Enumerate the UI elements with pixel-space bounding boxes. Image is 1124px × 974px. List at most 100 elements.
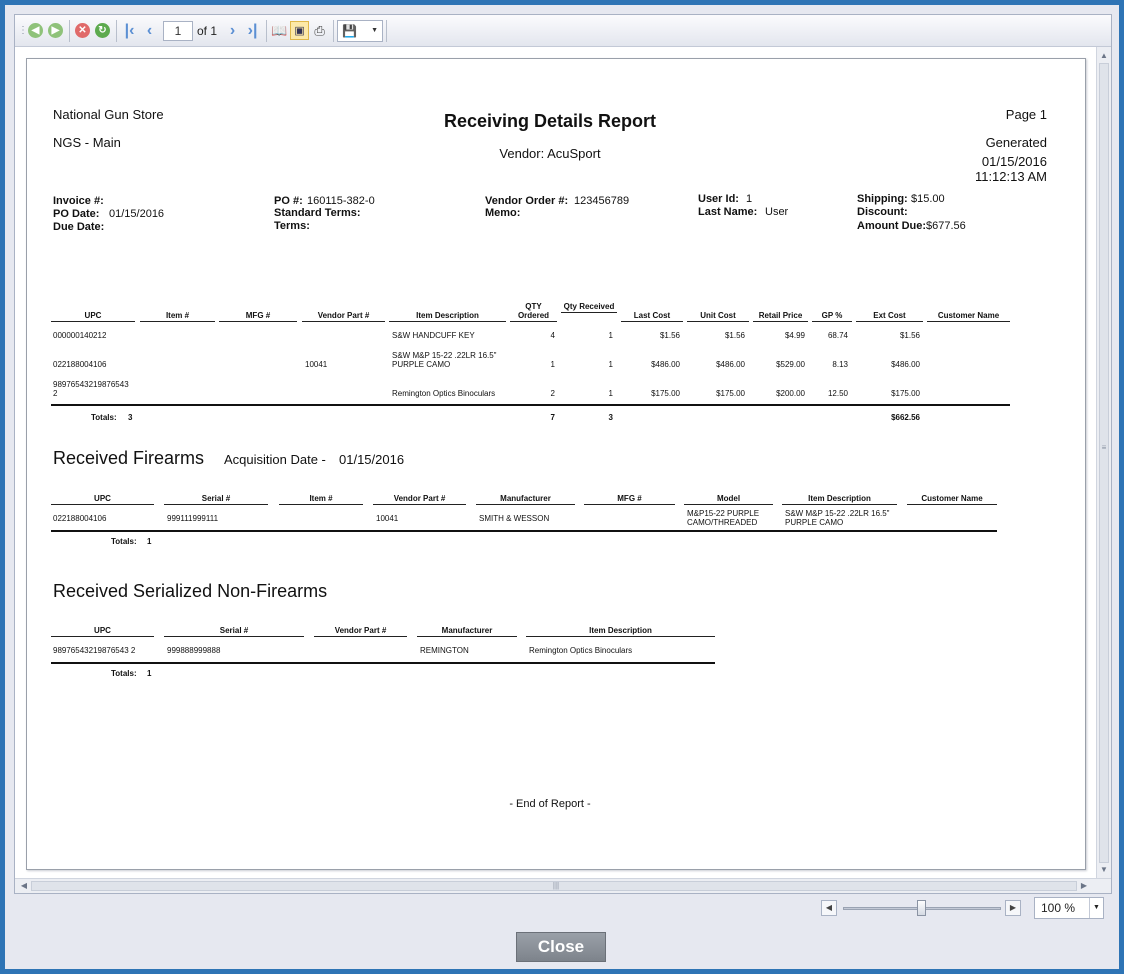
next-page-button[interactable]: › (223, 21, 242, 40)
row-qty-ordered: 2 (550, 389, 555, 398)
print-button[interactable]: ⎙ (310, 21, 329, 40)
row-gp: 68.74 (827, 331, 848, 340)
scroll-left-icon[interactable]: ◀ (17, 879, 31, 893)
total-ext-cost: $662.56 (891, 413, 920, 422)
firearms-header-description: Item Description (782, 494, 897, 505)
report-canvas[interactable]: National Gun Store NGS - Main Receiving … (15, 47, 1097, 879)
items-header-qty-ordered: QTY Ordered (510, 302, 557, 322)
zoom-out-button[interactable]: ◀ (821, 900, 837, 916)
items-header-gp: GP % (812, 311, 852, 322)
amount-due-value: $677.56 (926, 220, 966, 232)
po-date-label: PO Date: (53, 208, 100, 220)
export-dropdown[interactable]: 💾 ▼ (337, 19, 384, 42)
generated-date: 01/15/2016 (981, 154, 1047, 169)
vertical-scroll-thumb[interactable] (1099, 63, 1109, 863)
nonfirearms-header-vendor-part: Vendor Part # (314, 626, 407, 637)
firearms-header-vendor-part: Vendor Part # (373, 494, 466, 505)
row-gp: 8.13 (832, 360, 848, 369)
row-description: S&W M&P 15-22 .22LR 16.5" PURPLE CAMO (785, 509, 890, 527)
row-description: Remington Optics Binoculars (392, 389, 496, 398)
horizontal-scrollbar[interactable]: ◀ ||| ▶ (15, 878, 1111, 893)
next-page-icon: › (229, 21, 236, 39)
print-layout-button[interactable]: ▣ (290, 21, 310, 40)
nonfirearms-header-upc: UPC (51, 626, 154, 637)
firearms-header-serial: Serial # (164, 494, 268, 505)
report-viewer: ⋮ ◀ ▶ ✕ ↻ |‹ ‹ 1 of 1 › ›| 📖 ▣ ⎙ 💾 ▼ Nat… (14, 14, 1112, 894)
total-qty-ordered: 7 (550, 413, 555, 422)
zoom-slider[interactable]: ◀ ▶ (821, 898, 1021, 918)
first-page-button[interactable]: |‹ (120, 21, 139, 40)
row-retail-price: $4.99 (784, 331, 805, 340)
firearms-header-model: Model (684, 494, 773, 505)
row-qty-received: 1 (608, 360, 613, 369)
row-upc: 022188004106 (53, 514, 107, 523)
items-header-upc: UPC (51, 311, 135, 322)
nonfirearms-header-serial: Serial # (164, 626, 304, 637)
printer-icon: ⎙ (314, 22, 325, 38)
firearms-header-manufacturer: Manufacturer (476, 494, 575, 505)
nonfirearms-section-title: Received Serialized Non-Firearms (53, 581, 328, 601)
invoice-label: Invoice #: (53, 195, 104, 207)
stop-button[interactable]: ✕ (73, 21, 92, 40)
zoom-level-select[interactable]: 100 % ▼ (1034, 897, 1104, 919)
chevron-down-icon: ▼ (1089, 898, 1103, 918)
back-button[interactable]: ◀ (26, 21, 45, 40)
row-serial: 999111999111 (167, 514, 219, 523)
vertical-scrollbar[interactable]: ▲ ≡ ▼ (1096, 47, 1111, 879)
close-button[interactable]: Close (516, 932, 606, 962)
row-model: M&P15-22 PURPLE CAMO/THREADED (687, 509, 760, 527)
shipping-value: $15.00 (911, 193, 945, 205)
last-name-label: Last Name: (698, 206, 758, 218)
amount-due-label: Amount Due: (857, 220, 927, 232)
save-icon: 💾 (342, 23, 357, 38)
scroll-down-icon[interactable]: ▼ (1097, 863, 1111, 877)
po-label: PO #: (274, 195, 303, 207)
zoom-thumb[interactable] (917, 900, 926, 916)
toolbar-separator (69, 19, 70, 42)
book-icon: 📖 (271, 22, 288, 38)
row-vendor-part: 10041 (376, 514, 399, 523)
row-last-cost: $175.00 (651, 389, 680, 398)
firearms-totals-label: Totals: (111, 537, 137, 546)
row-upc: 000000140212 (53, 331, 107, 340)
chevron-down-icon: ▼ (371, 27, 379, 34)
zoom-in-button[interactable]: ▶ (1005, 900, 1021, 916)
row-unit-cost: $486.00 (716, 360, 745, 369)
zoom-level-value: 100 % (1041, 901, 1076, 915)
items-header-vendor-part: Vendor Part # (302, 311, 385, 322)
last-page-button[interactable]: ›| (243, 21, 262, 40)
refresh-button[interactable]: ↻ (93, 21, 112, 40)
totals-count: 3 (128, 413, 133, 422)
row-qty-ordered: 1 (550, 360, 555, 369)
forward-button[interactable]: ▶ (46, 21, 65, 40)
scroll-up-icon[interactable]: ▲ (1097, 49, 1111, 63)
po-value: 160115-382-0 (307, 195, 375, 207)
report-page: National Gun Store NGS - Main Receiving … (26, 58, 1086, 870)
page-count-label: of 1 (197, 23, 218, 38)
items-header-description: Item Description (389, 311, 506, 322)
items-header-mfg: MFG # (219, 311, 297, 322)
stop-icon: ✕ (75, 23, 90, 38)
discount-label: Discount: (857, 206, 908, 218)
first-page-icon: |‹ (124, 21, 135, 39)
viewer-toolbar: ⋮ ◀ ▶ ✕ ↻ |‹ ‹ 1 of 1 › ›| 📖 ▣ ⎙ 💾 ▼ (15, 15, 1111, 47)
items-header-retail-price: Retail Price (753, 311, 808, 322)
document-map-button[interactable]: 📖 (270, 21, 289, 40)
chevron-right-icon: ▶ (1009, 903, 1017, 912)
row-qty-ordered: 4 (550, 331, 555, 340)
total-qty-received: 3 (608, 413, 613, 422)
nonfirearms-header-description: Item Description (526, 626, 715, 637)
row-description: S&W HANDCUFF KEY (392, 331, 475, 340)
toolbar-separator (386, 19, 388, 42)
print-layout-icon: ▣ (294, 25, 305, 37)
row-ext-cost: $1.56 (899, 331, 920, 340)
scroll-right-icon[interactable]: ▶ (1077, 879, 1091, 893)
row-serial: 999888999888 (167, 646, 221, 655)
firearms-header-upc: UPC (51, 494, 154, 505)
firearms-totals-count: 1 (147, 537, 152, 546)
previous-page-button[interactable]: ‹ (140, 21, 159, 40)
row-qty-received: 1 (608, 389, 613, 398)
memo-label: Memo: (485, 207, 521, 219)
totals-label: Totals: (91, 413, 117, 422)
page-number-input[interactable]: 1 (163, 20, 193, 41)
